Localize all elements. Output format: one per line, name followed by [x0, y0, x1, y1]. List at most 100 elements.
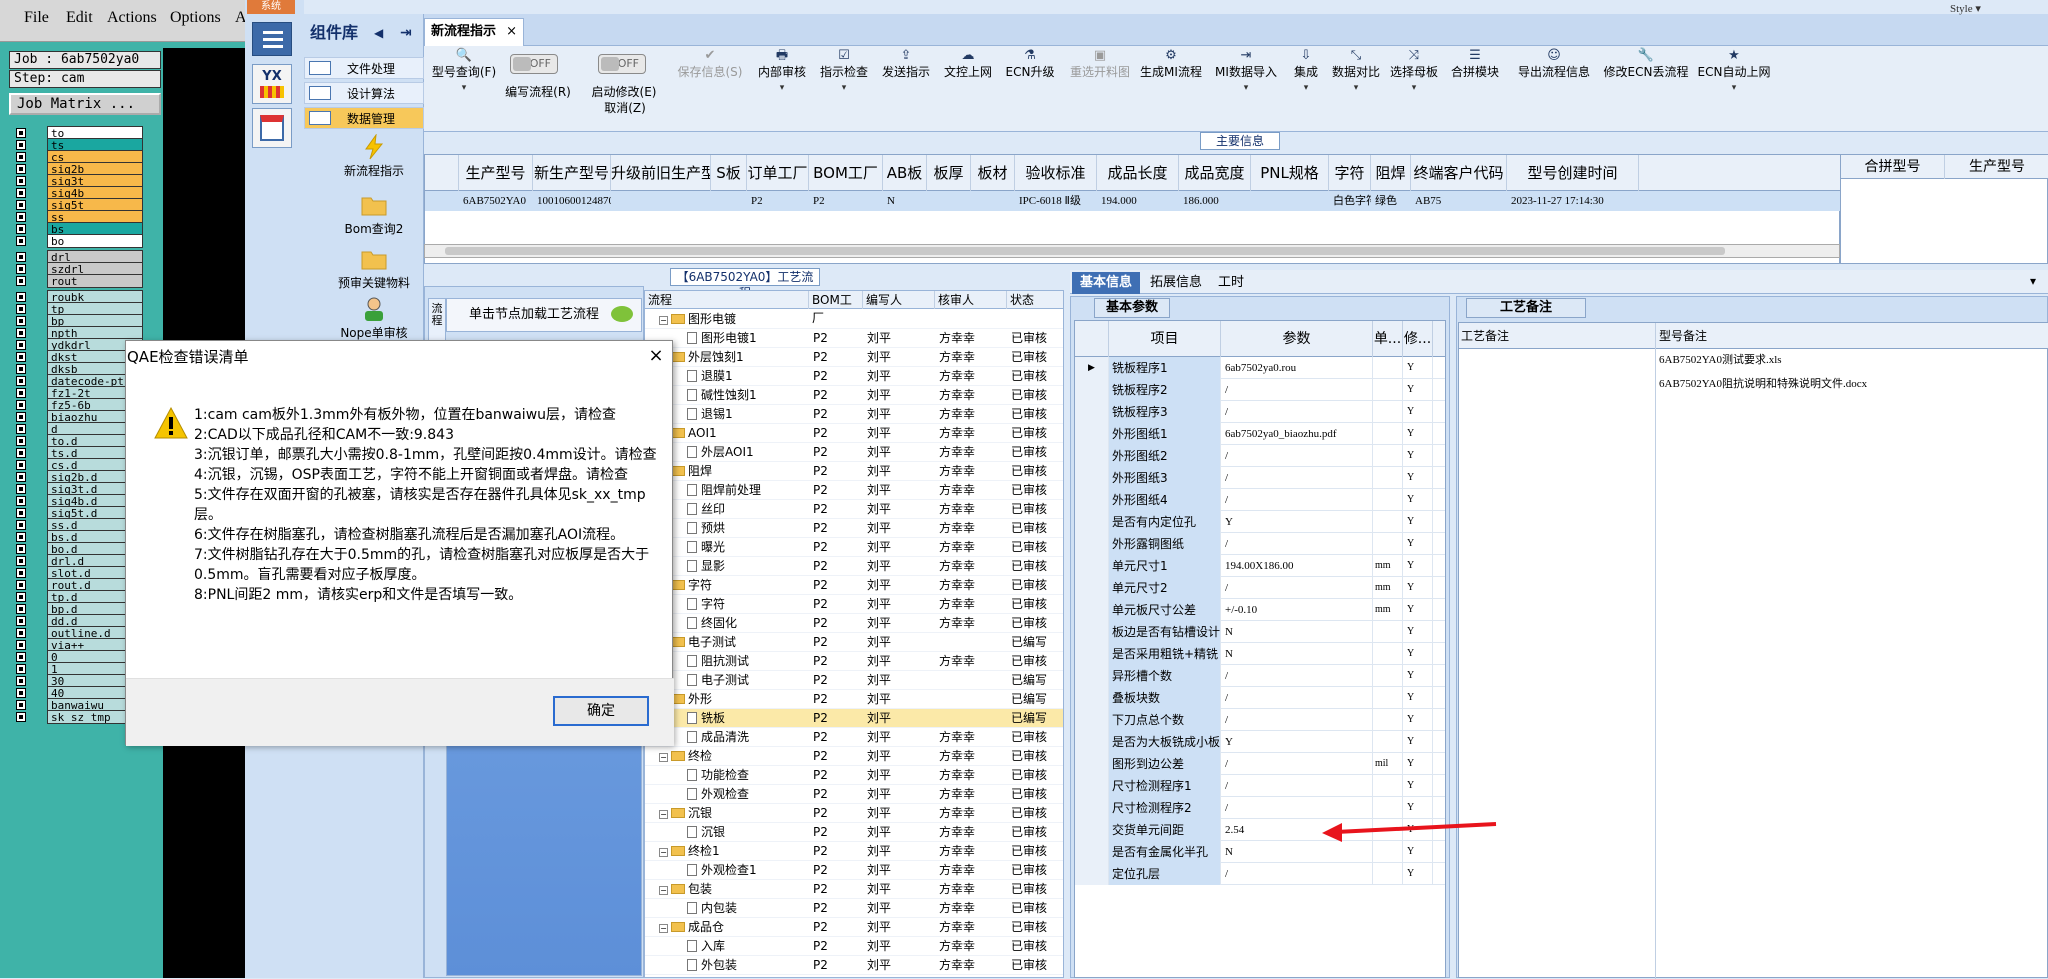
main-cell[interactable]: 194.000 [1097, 191, 1179, 211]
param-row[interactable]: 外形图纸3/ Y [1075, 467, 1445, 489]
job-matrix-button[interactable]: Job Matrix ... [9, 93, 161, 115]
layer-checkbox[interactable] [16, 532, 26, 542]
lib-bom-query[interactable]: Bom查询2 [326, 192, 422, 237]
layer-checkbox[interactable] [16, 664, 26, 674]
row-selector-icon[interactable] [427, 191, 457, 211]
row-selector-icon[interactable] [1075, 423, 1109, 445]
row-selector-icon[interactable] [1075, 863, 1109, 885]
pin-icon[interactable]: ⇥ [400, 18, 412, 48]
toolbar-button[interactable]: ★ ECN自动上网 ▾ [1694, 48, 1774, 128]
param-value[interactable]: 6ab7502ya0.rou [1221, 357, 1373, 379]
param-row[interactable]: 板边是否有钻槽设计 N Y [1075, 621, 1445, 643]
main-col-header[interactable]: AB板 [883, 155, 927, 191]
layer-checkbox[interactable] [16, 448, 26, 458]
process-row[interactable]: 图形电镀1 P2 刘平 方幸幸 已审核 [645, 329, 1063, 348]
layer-row[interactable]: rout [12, 274, 143, 288]
layer-checkbox[interactable] [16, 364, 26, 374]
layer-checkbox[interactable] [16, 388, 26, 398]
layer-checkbox[interactable] [16, 652, 26, 662]
lib-key-materials[interactable]: 预审关键物料 [326, 246, 422, 291]
param-row[interactable]: 是否采用粗铣+精铣 N Y [1075, 643, 1445, 665]
param-row[interactable]: 下刀点总个数 / Y [1075, 709, 1445, 731]
param-value[interactable]: / [1221, 797, 1373, 819]
layer-checkbox[interactable] [16, 212, 26, 222]
process-row[interactable]: 阻焊前处理 P2 刘平 方幸幸 已审核 [645, 481, 1063, 500]
menu-file[interactable]: File [24, 9, 49, 27]
menu-options[interactable]: Options [170, 9, 221, 27]
row-selector-icon[interactable] [1075, 665, 1109, 687]
param-row[interactable]: ▶ 铣板程序1 6ab7502ya0.rou Y [1075, 357, 1445, 379]
row-selector-icon[interactable] [1075, 467, 1109, 489]
param-value[interactable]: N [1221, 621, 1373, 643]
param-value[interactable]: / [1221, 533, 1373, 555]
main-cell[interactable]: 2023-11-27 17:14:30 [1507, 191, 1639, 211]
main-cell[interactable]: P2 [747, 191, 809, 211]
toolbar-button[interactable]: ⇥ MI数据导入 ▾ [1210, 48, 1282, 128]
main-col-header[interactable]: 成品长度 [1097, 155, 1179, 191]
toolbar-button[interactable]: 🔍 型号查询(F) ▾ [424, 48, 504, 128]
row-selector-icon[interactable] [1075, 533, 1109, 555]
process-row[interactable]: 沉银 P2 刘平 方幸幸 已审核 [645, 823, 1063, 842]
param-row[interactable]: 是否有内定位孔 Y Y [1075, 511, 1445, 533]
toolbar-button[interactable]: ⚙ 生成MI流程 [1134, 48, 1208, 128]
row-selector-icon[interactable] [1075, 687, 1109, 709]
main-col-header[interactable]: 升级前旧生产型号 [611, 155, 711, 191]
layer-checkbox[interactable] [16, 604, 26, 614]
param-row[interactable]: 外形图纸2/ Y [1075, 445, 1445, 467]
layer-checkbox[interactable] [16, 616, 26, 626]
layer-checkbox[interactable] [16, 340, 26, 350]
layer-row[interactable]: sk_sz_tmp [12, 710, 143, 724]
process-row[interactable]: 功能检查 P2 刘平 方幸幸 已审核 [645, 766, 1063, 785]
layer-checkbox[interactable] [16, 544, 26, 554]
process-row[interactable]: 外层AOI1 P2 刘平 方幸幸 已审核 [645, 443, 1063, 462]
row-selector-icon[interactable] [1075, 775, 1109, 797]
calendar-icon[interactable] [252, 108, 292, 148]
param-row[interactable]: 尺寸检测程序1/ Y [1075, 775, 1445, 797]
expand-toggle-icon[interactable]: − [659, 316, 668, 325]
process-row[interactable]: −外形 P2 刘平 已编写 [645, 690, 1063, 709]
param-row[interactable]: 单元尺寸1 194.00X186.00 mm Y [1075, 555, 1445, 577]
toolbar-button[interactable]: ✔ 保存信息(S) [668, 48, 752, 128]
layer-checkbox[interactable] [16, 292, 26, 302]
cancel-button[interactable]: 取消(Z) [590, 99, 660, 116]
tab-extended-info[interactable]: 拓展信息 [1142, 272, 1210, 294]
layer-checkbox[interactable] [16, 436, 26, 446]
process-row[interactable]: 阻抗测试 P2 刘平 方幸幸 已审核 [645, 652, 1063, 671]
layer-checkbox[interactable] [16, 200, 26, 210]
row-selector-icon[interactable] [1075, 819, 1109, 841]
toolbar-button[interactable]: 🔧 修改ECN丢流程 [1602, 48, 1690, 128]
layer-checkbox[interactable] [16, 188, 26, 198]
lib-new-process[interactable]: 新流程指示 [326, 134, 422, 179]
layer-checkbox[interactable] [16, 460, 26, 470]
layer-checkbox[interactable] [16, 412, 26, 422]
process-row[interactable]: − 终检 P2 刘平 方幸幸 已审核 [645, 747, 1063, 766]
row-selector-icon[interactable] [1075, 731, 1109, 753]
main-col-header[interactable]: 阻焊 [1371, 155, 1411, 191]
main-col-header[interactable]: 字符 [1329, 155, 1371, 191]
row-selector-icon[interactable] [1075, 753, 1109, 775]
process-row[interactable]: 丝印 P2 刘平 方幸幸 已审核 [645, 500, 1063, 519]
main-cell[interactable]: N [883, 191, 927, 211]
param-value[interactable]: / [1221, 709, 1373, 731]
row-selector-icon[interactable] [1075, 599, 1109, 621]
main-col-header[interactable]: PNL规格 [1251, 155, 1329, 191]
process-row[interactable]: −外层蚀刻1 P2 刘平 方幸幸 已审核 [645, 348, 1063, 367]
toolbar-button[interactable]: ⇩ 集成 ▾ [1284, 48, 1328, 128]
param-value[interactable]: N [1221, 643, 1373, 665]
process-row[interactable]: 成品清洗 P2 刘平 方幸幸 已审核 [645, 728, 1063, 747]
process-row[interactable]: 显影 P2 刘平 方幸幸 已审核 [645, 557, 1063, 576]
process-row[interactable]: 电子测试 P2 刘平 已编写 [645, 671, 1063, 690]
param-row[interactable]: 铣板程序3/ Y [1075, 401, 1445, 423]
layer-checkbox[interactable] [16, 508, 26, 518]
row-selector-icon[interactable] [1075, 379, 1109, 401]
hamburger-menu-icon[interactable] [252, 22, 292, 56]
toolbar-button[interactable]: ⤡ 数据对比 ▾ [1330, 48, 1382, 128]
main-cell[interactable] [711, 191, 747, 211]
layer-checkbox[interactable] [16, 568, 26, 578]
process-row[interactable]: −电子测试 P2 刘平 已编写 [645, 633, 1063, 652]
layer-checkbox[interactable] [16, 640, 26, 650]
main-col-header[interactable]: 验收标准 [1015, 155, 1097, 191]
layer-row[interactable]: bo [12, 234, 143, 248]
process-row[interactable]: − 成品仓 P2 刘平 方幸幸 已审核 [645, 918, 1063, 937]
main-col-header[interactable]: 成品宽度 [1179, 155, 1251, 191]
